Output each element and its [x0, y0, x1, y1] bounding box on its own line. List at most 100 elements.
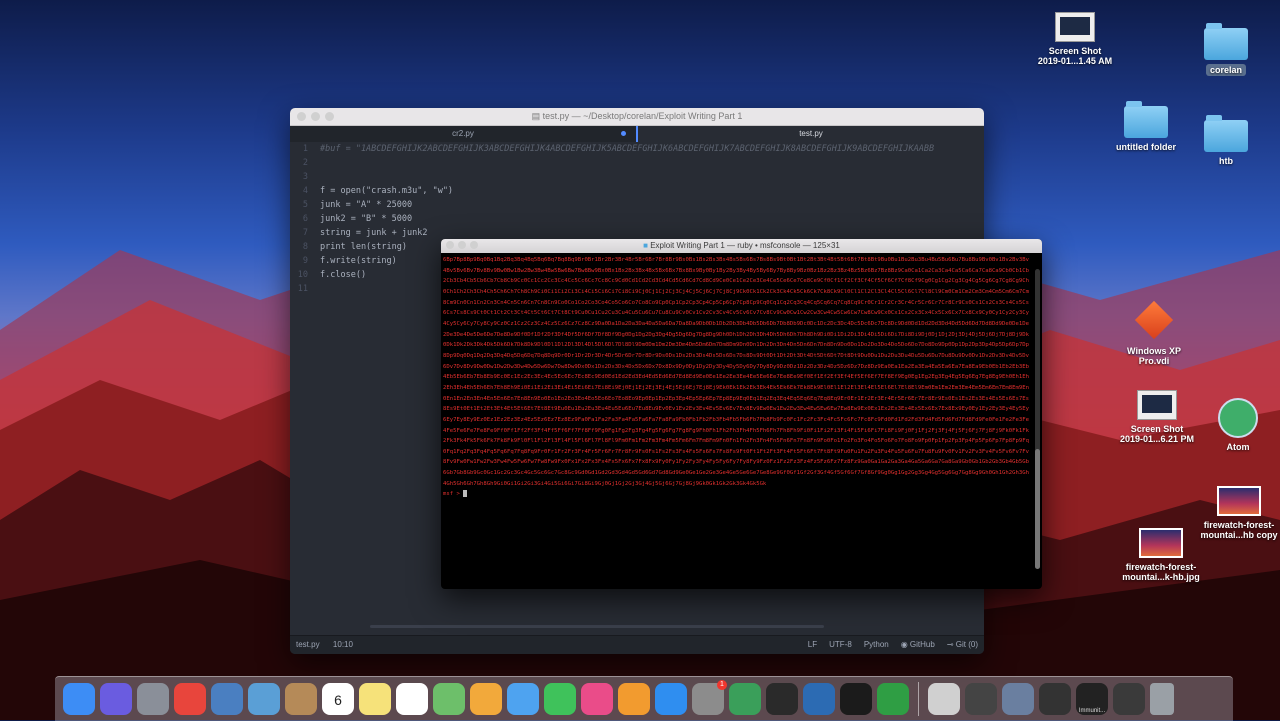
code-text: junk2 = "B" * 5000	[320, 214, 413, 224]
itunes-icon[interactable]	[581, 683, 613, 715]
calendar-icon[interactable]: 6	[322, 683, 354, 715]
edge-icon[interactable]	[803, 683, 835, 715]
github-icon: ◉	[900, 640, 910, 649]
finder-icon[interactable]	[63, 683, 95, 715]
zoom-icon[interactable]	[325, 112, 334, 121]
status-encoding[interactable]: UTF-8	[829, 636, 852, 654]
contacts-icon[interactable]	[285, 683, 317, 715]
screenshot-thumb-icon[interactable]	[928, 683, 960, 715]
line-number: 10	[297, 270, 308, 280]
chrome-icon[interactable]	[174, 683, 206, 715]
status-line-ending[interactable]: LF	[808, 636, 817, 654]
reminders-icon[interactable]	[396, 683, 428, 715]
terminal-window[interactable]: ■ Exploit Writing Part 1 — ruby • msfcon…	[441, 239, 1042, 589]
code-line: 7 string = junk + junk2	[290, 226, 984, 240]
atom-icon[interactable]	[729, 683, 761, 715]
close-icon[interactable]	[297, 112, 306, 121]
preview-icon[interactable]	[248, 683, 280, 715]
desktop-icon-htb-folder[interactable]: htb	[1171, 115, 1280, 166]
line-number: 6	[302, 214, 308, 224]
desktop-icon-windows-xp-vdi[interactable]: Windows XP Pro.vdi	[1099, 300, 1209, 366]
code-text: f = open("crash.m3u", "w")	[320, 186, 454, 196]
code-line: 6 junk2 = "B" * 5000	[290, 212, 984, 226]
terminal-titlebar[interactable]: ■ Exploit Writing Part 1 — ruby • msfcon…	[441, 239, 1042, 253]
code-text: #buf = "1ABCDEFGHIJK2ABCDEFGHIJK3ABCDEFG…	[320, 144, 935, 154]
app-store-icon[interactable]	[655, 683, 687, 715]
desktop-icon-firewatch-jpg[interactable]: firewatch-forest- mountai...k-hb.jpg	[1106, 528, 1216, 582]
code-text: junk = "A" * 25000	[320, 200, 413, 210]
status-file-name[interactable]: test.py	[296, 640, 320, 649]
folder-icon	[1204, 115, 1248, 152]
window-controls[interactable]	[446, 241, 478, 249]
code-line: 2	[290, 156, 984, 170]
status-grammar[interactable]: Python	[864, 636, 889, 654]
trash-icon[interactable]	[1150, 683, 1174, 715]
desktop-icon-label: Windows XP Pro.vdi	[1127, 346, 1181, 366]
minimize-icon[interactable]	[458, 241, 466, 249]
notes-icon[interactable]	[359, 683, 391, 715]
image-file-icon	[1217, 486, 1261, 516]
line-number: 8	[302, 242, 308, 252]
desktop-icon-atom[interactable]: Atom	[1183, 398, 1280, 452]
maps-icon[interactable]	[433, 683, 465, 715]
line-number: 3	[302, 172, 308, 182]
screenshot-file-icon	[1137, 390, 1177, 420]
editor-titlebar[interactable]: ▤ test.py — ~/Desktop/corelan/Exploit Wr…	[290, 108, 984, 126]
status-github[interactable]: ◉ GitHub	[901, 636, 935, 654]
tab-test-py[interactable]: test.py	[636, 126, 984, 142]
dock: 6 1 Immunit...	[55, 676, 1233, 721]
tab-cr2-py[interactable]: cr2.py	[290, 126, 636, 142]
window-thumb-icon[interactable]	[965, 683, 997, 715]
close-icon[interactable]	[446, 241, 454, 249]
terminal-icon[interactable]	[840, 683, 872, 715]
code-text: f.write(string)	[320, 256, 397, 266]
terminal-cursor	[463, 490, 468, 498]
desktop-icon-label: Atom	[1226, 442, 1250, 452]
ibooks-icon[interactable]	[618, 683, 650, 715]
zoom-icon[interactable]	[470, 241, 478, 249]
line-number: 11	[297, 284, 308, 294]
editor-status-bar: test.py 10:10 LF UTF-8 Python ◉ GitHub ⊸…	[290, 635, 984, 654]
atom-app-icon	[1218, 398, 1258, 438]
desktop-icon-label: corelan	[1205, 64, 1246, 76]
virtualbox-icon[interactable]	[211, 683, 243, 715]
immunity-thumb-icon[interactable]: Immunit...	[1076, 683, 1108, 715]
photos-icon[interactable]	[470, 683, 502, 715]
system-preferences-icon[interactable]: 1	[692, 680, 727, 715]
line-number: 1	[302, 144, 308, 154]
launchpad-icon[interactable]	[137, 683, 169, 715]
window-controls[interactable]	[297, 112, 334, 121]
obs-icon[interactable]	[766, 683, 798, 715]
window-thumb-icon[interactable]	[1039, 683, 1071, 715]
desktop-icon-screenshot-1[interactable]: Screen Shot 2019-01...1.45 AM	[1020, 12, 1130, 66]
desktop-icon-label: firewatch-forest- mountai...k-hb.jpg	[1122, 562, 1200, 582]
facetime-icon[interactable]	[544, 683, 576, 715]
git-branch-icon: ⊸	[946, 640, 956, 649]
desktop-icon-label: htb	[1219, 156, 1233, 166]
minimize-icon[interactable]	[311, 112, 320, 121]
terminal-output-area[interactable]: 6Bp7Bp8Bp9Bq0Bq1Bq2Bq3Bq4Bq5Bq6Bq7Bq8Bq9…	[443, 255, 1032, 587]
file-icon: ▤	[531, 111, 543, 121]
code-line: 1 #buf = "1ABCDEFGHIJK2ABCDEFGHIJK3ABCDEF…	[290, 142, 984, 156]
terminal-output: 6Bp7Bp8Bp9Bq0Bq1Bq2Bq3Bq4Bq5Bq6Bq7Bq8Bq9…	[443, 257, 1029, 487]
window-thumb-icon[interactable]	[1113, 683, 1145, 715]
status-git[interactable]: ⊸ Git (0)	[947, 636, 978, 654]
messages-bubble-icon[interactable]	[507, 683, 539, 715]
horizontal-scrollbar[interactable]	[370, 625, 824, 628]
code-line: 3	[290, 170, 984, 184]
code-line: 4 f = open("crash.m3u", "w")	[290, 184, 984, 198]
siri-icon[interactable]	[100, 683, 132, 715]
status-cursor-position[interactable]: 10:10	[333, 640, 353, 649]
status-git-label: Git (0)	[955, 640, 978, 649]
code-text: string = junk + junk2	[320, 228, 428, 238]
dock-separator	[918, 682, 919, 716]
terminal-prompt: msf >	[443, 491, 460, 498]
desktop-icon-corelan-folder[interactable]: corelan	[1171, 23, 1280, 76]
terminal-scrollbar[interactable]	[1035, 269, 1040, 569]
line-number: 5	[302, 200, 308, 210]
editor-window-title: test.py — ~/Desktop/corelan/Exploit Writ…	[542, 111, 743, 121]
activity-monitor-icon[interactable]	[877, 683, 909, 715]
line-number: 2	[302, 158, 308, 168]
image-file-icon	[1139, 528, 1183, 558]
window-thumb-icon[interactable]	[1002, 683, 1034, 715]
